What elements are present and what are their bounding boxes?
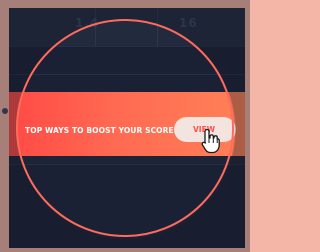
score-value-right: 16 (179, 16, 198, 30)
banner-title: TOP WAYS TO BOOST YOUR SCORE (25, 126, 174, 135)
hand-pointer-icon (201, 128, 220, 154)
content-panel (9, 164, 245, 248)
side-indicator (2, 108, 8, 114)
header-divider (157, 8, 158, 46)
score-value-left: 1.4 (75, 16, 100, 30)
content-panel (9, 46, 245, 75)
score-header: 1.4 16 (9, 8, 245, 46)
